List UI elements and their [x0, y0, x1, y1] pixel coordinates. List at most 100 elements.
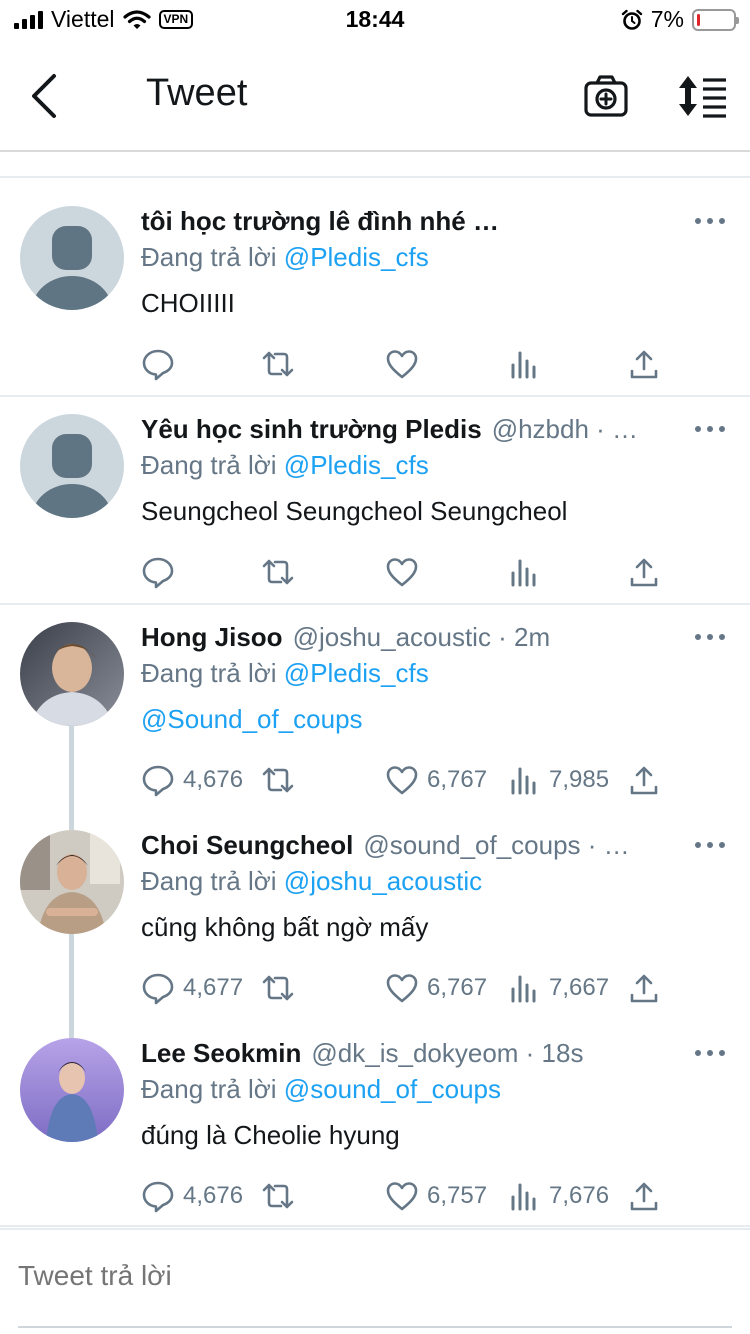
alarm-icon — [621, 9, 642, 30]
author-name[interactable]: Yêu học sinh trường Pledis — [141, 414, 482, 445]
tweet-header: Lee Seokmin @dk_is_dokyeom · 18s — [141, 1038, 730, 1072]
replying-to: Đang trả lời @Pledis_cfs — [141, 242, 730, 276]
replying-to: Đang trả lời @joshu_acoustic — [141, 866, 730, 900]
battery-percent: 7% — [650, 6, 684, 32]
share-icon — [630, 974, 658, 1003]
tweet-text-mention[interactable]: @Sound_of_coups — [141, 704, 730, 738]
tweet-item[interactable]: tôi học trường lê đình nhé … Đang trả lờ… — [0, 180, 750, 397]
like-button[interactable]: 6,767 — [385, 760, 487, 800]
replying-prefix: Đang trả lời — [141, 450, 277, 480]
tweet-body: Choi Seungcheol @sound_of_coups · … Đang… — [141, 830, 730, 946]
replying-mention[interactable]: @Pledis_cfs — [284, 242, 429, 272]
avatar[interactable] — [20, 830, 124, 934]
like-button[interactable] — [385, 552, 427, 592]
retweet-button[interactable] — [261, 344, 295, 384]
tweet-body: Lee Seokmin @dk_is_dokyeom · 18s Đang tr… — [141, 1038, 730, 1154]
camera-icon[interactable] — [584, 74, 628, 118]
tweet-header: tôi học trường lê đình nhé … — [141, 206, 730, 240]
more-options-icon[interactable] — [690, 414, 730, 444]
avatar[interactable] — [20, 206, 124, 310]
replying-mention[interactable]: @Pledis_cfs — [284, 658, 429, 688]
like-count: 6,767 — [427, 766, 488, 793]
replying-to: Đang trả lời @sound_of_coups — [141, 1074, 730, 1108]
heart-icon — [386, 766, 418, 795]
share-button[interactable] — [627, 1176, 661, 1216]
back-chevron-icon[interactable] — [24, 72, 64, 120]
replying-prefix: Đang trả lời — [141, 1074, 277, 1104]
retweet-button[interactable] — [261, 1176, 295, 1216]
replying-mention[interactable]: @Pledis_cfs — [284, 450, 429, 480]
tweet-item[interactable]: Lee Seokmin @dk_is_dokyeom · 18s Đang tr… — [0, 1021, 750, 1227]
reply-button[interactable] — [141, 344, 183, 384]
tweet-actions: 4,676 6,767 7,985 — [141, 760, 681, 800]
tweet-text: đúng là Cheolie hyung — [141, 1120, 400, 1150]
author-handle: @joshu_acoustic · 2m — [292, 622, 551, 652]
like-count: 6,767 — [427, 974, 488, 1001]
heart-icon — [386, 350, 418, 379]
share-button[interactable] — [627, 760, 661, 800]
replying-mention[interactable]: @joshu_acoustic — [284, 866, 482, 896]
battery-fill — [697, 13, 701, 26]
avatar[interactable] — [20, 414, 124, 518]
views-button[interactable] — [507, 552, 549, 592]
views-button[interactable]: 7,667 — [507, 968, 609, 1008]
like-button[interactable]: 6,757 — [385, 1176, 487, 1216]
retweet-button[interactable] — [261, 552, 295, 592]
author-name[interactable]: Choi Seungcheol — [141, 830, 353, 861]
more-options-icon[interactable] — [690, 830, 730, 860]
reply-button[interactable]: 4,676 — [141, 1176, 243, 1216]
share-button[interactable] — [627, 552, 661, 592]
replying-mention[interactable]: @sound_of_coups — [284, 1074, 501, 1104]
author-handle: @dk_is_dokyeom · 18s — [311, 1038, 584, 1068]
avatar[interactable] — [20, 622, 124, 726]
separator — [0, 154, 750, 178]
heart-icon — [386, 974, 418, 1003]
more-options-icon[interactable] — [690, 206, 730, 236]
heart-icon — [386, 1182, 418, 1211]
author-name[interactable]: Hong Jisoo — [141, 622, 283, 653]
views-chart-icon — [511, 559, 536, 587]
more-options-icon[interactable] — [690, 1038, 730, 1068]
retweet-button[interactable] — [261, 968, 295, 1008]
reply-button[interactable]: 4,676 — [141, 760, 243, 800]
author-name[interactable]: tôi học trường lê đình nhé … — [141, 206, 499, 237]
sort-icon[interactable] — [676, 74, 728, 118]
tweet-item[interactable]: Yêu học sinh trường Pledis @hzbdh · … Đa… — [0, 397, 750, 605]
tweet-actions — [141, 344, 681, 384]
views-chart-icon — [511, 975, 536, 1003]
views-button[interactable] — [507, 344, 549, 384]
tweet-item[interactable]: Choi Seungcheol @sound_of_coups · … Đang… — [0, 813, 750, 1021]
reply-button[interactable]: 4,677 — [141, 968, 243, 1008]
replying-prefix: Đang trả lời — [141, 866, 277, 896]
avatar[interactable] — [20, 1038, 124, 1142]
heart-icon — [386, 558, 418, 587]
tweet-text: CHOIIIII — [141, 288, 235, 318]
reply-icon — [142, 973, 174, 1005]
views-button[interactable]: 7,985 — [507, 760, 609, 800]
tweet-header: Hong Jisoo @joshu_acoustic · 2m — [141, 622, 730, 656]
view-count: 7,667 — [549, 974, 610, 1001]
views-button[interactable]: 7,676 — [507, 1176, 609, 1216]
reply-button[interactable] — [141, 552, 183, 592]
profile-photo — [20, 1038, 124, 1142]
author-name[interactable]: Lee Seokmin — [141, 1038, 301, 1069]
author-handle: @hzbdh · … — [491, 414, 639, 444]
thread-line — [69, 813, 74, 830]
share-button[interactable] — [627, 968, 661, 1008]
tweet-item[interactable]: Hong Jisoo @joshu_acoustic · 2m Đang trả… — [0, 605, 750, 813]
replying-to: Đang trả lời @Pledis_cfs — [141, 450, 730, 484]
tweet-text: cũng không bất ngờ mấy — [141, 912, 429, 942]
battery-icon — [692, 8, 739, 31]
like-button[interactable]: 6,767 — [385, 968, 487, 1008]
share-button[interactable] — [627, 344, 661, 384]
retweet-button[interactable] — [261, 760, 295, 800]
like-button[interactable] — [385, 344, 427, 384]
more-options-icon[interactable] — [690, 622, 730, 652]
tweet-actions: 4,677 6,767 7,667 — [141, 968, 681, 1008]
reply-icon — [142, 557, 174, 589]
replying-prefix: Đang trả lời — [141, 242, 277, 272]
tweet-actions: 4,676 6,757 7,676 — [141, 1176, 681, 1216]
reply-composer — [0, 1228, 750, 1334]
share-icon — [630, 558, 658, 587]
reply-input[interactable] — [18, 1260, 732, 1292]
